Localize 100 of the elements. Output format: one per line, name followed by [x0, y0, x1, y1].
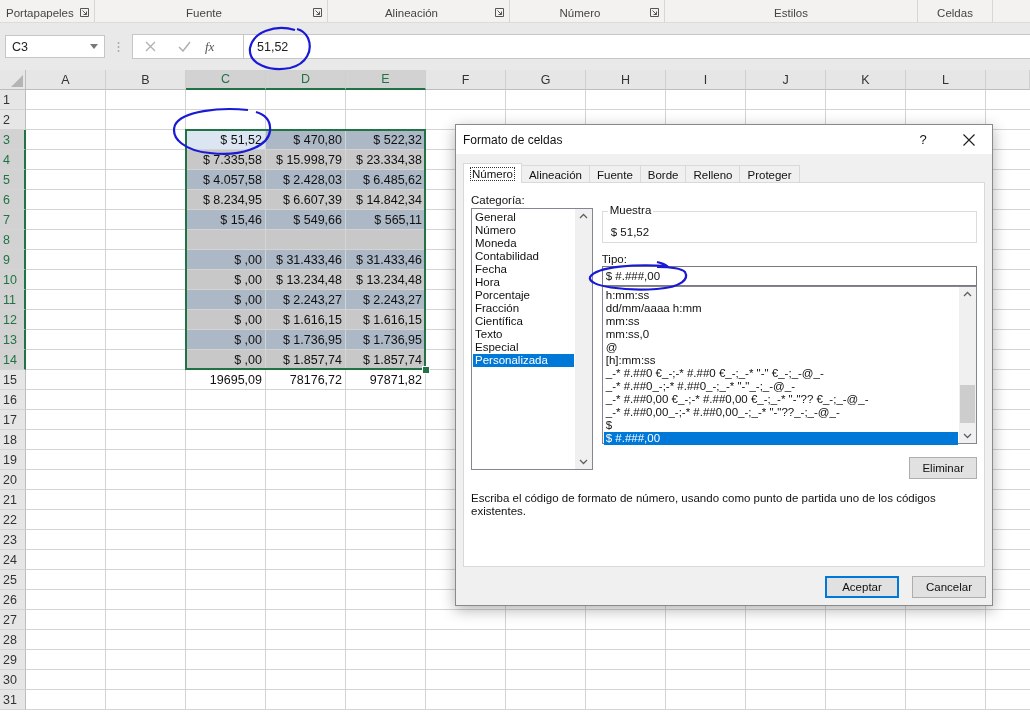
row-header[interactable]: 15: [0, 370, 26, 390]
type-item[interactable]: _-* #.##0 €_-;-* #.##0 €_-;_-* "-" €_-;_-@_-: [603, 367, 958, 380]
dialog-tab[interactable]: Proteger: [739, 165, 800, 183]
category-item[interactable]: Texto: [473, 328, 574, 341]
row-header[interactable]: 3: [0, 130, 26, 150]
ribbon-group-label: Portapapeles: [5, 7, 75, 19]
column-header[interactable]: I: [666, 70, 746, 90]
row-header[interactable]: 9: [0, 250, 26, 270]
table-cell: $ 13.234,48: [346, 270, 426, 290]
table-cell: $ 1.616,15: [346, 310, 426, 330]
category-item[interactable]: Contabilidad: [473, 250, 574, 263]
row-header[interactable]: 10: [0, 270, 26, 290]
ok-button[interactable]: Aceptar: [825, 576, 899, 598]
category-item[interactable]: Porcentaje: [473, 289, 574, 302]
table-cell: $ 15.998,79: [266, 150, 346, 170]
row-header[interactable]: 8: [0, 230, 26, 250]
row-header[interactable]: 12: [0, 310, 26, 330]
category-item[interactable]: Personalizada: [473, 354, 574, 367]
column-header[interactable]: E: [346, 70, 426, 90]
type-item[interactable]: $ #.###,00: [603, 432, 958, 445]
type-item[interactable]: _-* #.##0,00_-;-* #.##0,00_-;_-* "-"??_-;_-@_-: [603, 406, 958, 419]
type-item[interactable]: mm:ss: [603, 315, 958, 328]
name-box[interactable]: C3: [5, 35, 105, 58]
row-header[interactable]: 25: [0, 570, 26, 590]
row-header[interactable]: 4: [0, 150, 26, 170]
row-header[interactable]: 17: [0, 410, 26, 430]
column-header[interactable]: F: [426, 70, 506, 90]
type-item[interactable]: dd/mm/aaaa h:mm: [603, 302, 958, 315]
dialog-title: Formato de celdas: [463, 132, 564, 147]
row-header[interactable]: 31: [0, 690, 26, 710]
row-header[interactable]: 13: [0, 330, 26, 350]
formula-value[interactable]: 51,52: [257, 39, 289, 54]
row-header[interactable]: 6: [0, 190, 26, 210]
table-cell: $ 8.234,95: [186, 190, 266, 210]
row-header[interactable]: 16: [0, 390, 26, 410]
delete-button[interactable]: Eliminar: [909, 457, 977, 479]
row-header[interactable]: 5: [0, 170, 26, 190]
type-item[interactable]: [h]:mm:ss: [603, 354, 958, 367]
row-header[interactable]: 2: [0, 110, 26, 130]
row-header[interactable]: 30: [0, 670, 26, 690]
row-header[interactable]: 11: [0, 290, 26, 310]
row-header[interactable]: 21: [0, 490, 26, 510]
category-item[interactable]: Número: [473, 224, 574, 237]
category-item[interactable]: Moneda: [473, 237, 574, 250]
row-header[interactable]: 20: [0, 470, 26, 490]
type-field[interactable]: $ #.###,00: [601, 266, 977, 286]
category-list[interactable]: General Número Moneda Contabilidad Fecha Hora Porcentaje Fracción Científica Texto Especial Personalizada: [471, 208, 593, 470]
table-cell: $ 2.428,03: [266, 170, 346, 190]
column-header[interactable]: G: [506, 70, 586, 90]
help-button[interactable]: ?: [900, 132, 946, 147]
ribbon-group-label: Estilos: [773, 7, 809, 19]
column-header[interactable]: K: [826, 70, 906, 90]
row-header[interactable]: 18: [0, 430, 26, 450]
category-item[interactable]: Especial: [473, 341, 574, 354]
insert-function-button[interactable]: fx: [205, 38, 215, 55]
table-cell: $ ,00: [186, 290, 266, 310]
ribbon-group-label: Número: [558, 7, 602, 19]
sample-label: Muestra: [607, 204, 654, 216]
category-item[interactable]: Científica: [473, 315, 574, 328]
category-item[interactable]: General: [473, 211, 574, 224]
type-item[interactable]: h:mm:ss: [603, 289, 958, 302]
category-item[interactable]: Hora: [473, 276, 574, 289]
table-cell: $ 14.842,34: [346, 190, 426, 210]
column-header[interactable]: L: [906, 70, 986, 90]
row-header[interactable]: 26: [0, 590, 26, 610]
column-header[interactable]: D: [266, 70, 346, 90]
category-item[interactable]: Fracción: [473, 302, 574, 315]
row-header[interactable]: 19: [0, 450, 26, 470]
type-item[interactable]: @: [603, 341, 958, 354]
row-header[interactable]: 28: [0, 630, 26, 650]
row-header[interactable]: 1: [0, 90, 26, 110]
row-header[interactable]: 22: [0, 510, 26, 530]
column-header[interactable]: H: [586, 70, 666, 90]
dialog-tab[interactable]: Número: [463, 163, 522, 183]
type-item[interactable]: mm:ss,0: [603, 328, 958, 341]
table-cell: $ 549,66: [266, 210, 346, 230]
cancel-button[interactable]: Cancelar: [912, 576, 986, 598]
column-header[interactable]: A: [26, 70, 106, 90]
column-header[interactable]: J: [746, 70, 826, 90]
table-cell: $ ,00: [186, 310, 266, 330]
type-item[interactable]: _-* #.##0,00 €_-;-* #.##0,00 €_-;_-* "-"?? €_-;_-@_-: [603, 393, 958, 406]
category-item[interactable]: Fecha: [473, 263, 574, 276]
column-header[interactable]: C: [186, 70, 266, 90]
table-cell: 78176,72: [266, 370, 346, 390]
ribbon-group-label: Alineación: [383, 7, 440, 19]
row-header[interactable]: 27: [0, 610, 26, 630]
row-header[interactable]: 14: [0, 350, 26, 370]
row-header[interactable]: 23: [0, 530, 26, 550]
type-label: Tipo:: [601, 252, 628, 267]
table-cell: $ 6.485,62: [346, 170, 426, 190]
row-header[interactable]: 24: [0, 550, 26, 570]
table-cell: $ 23.334,38: [346, 150, 426, 170]
row-header[interactable]: 29: [0, 650, 26, 670]
column-header[interactable]: B: [106, 70, 186, 90]
table-cell: $ 6.607,39: [266, 190, 346, 210]
row-header[interactable]: 7: [0, 210, 26, 230]
description-text: Escriba el código de formato de número, usando como punto de partida uno de los códigos existentes.: [471, 492, 937, 518]
ribbon-group-label: Fuente: [185, 7, 223, 19]
type-item[interactable]: _-* #.##0_-;-* #.##0_-;_-* "-"_-;_-@_-: [603, 380, 958, 393]
type-item[interactable]: $: [603, 419, 958, 432]
